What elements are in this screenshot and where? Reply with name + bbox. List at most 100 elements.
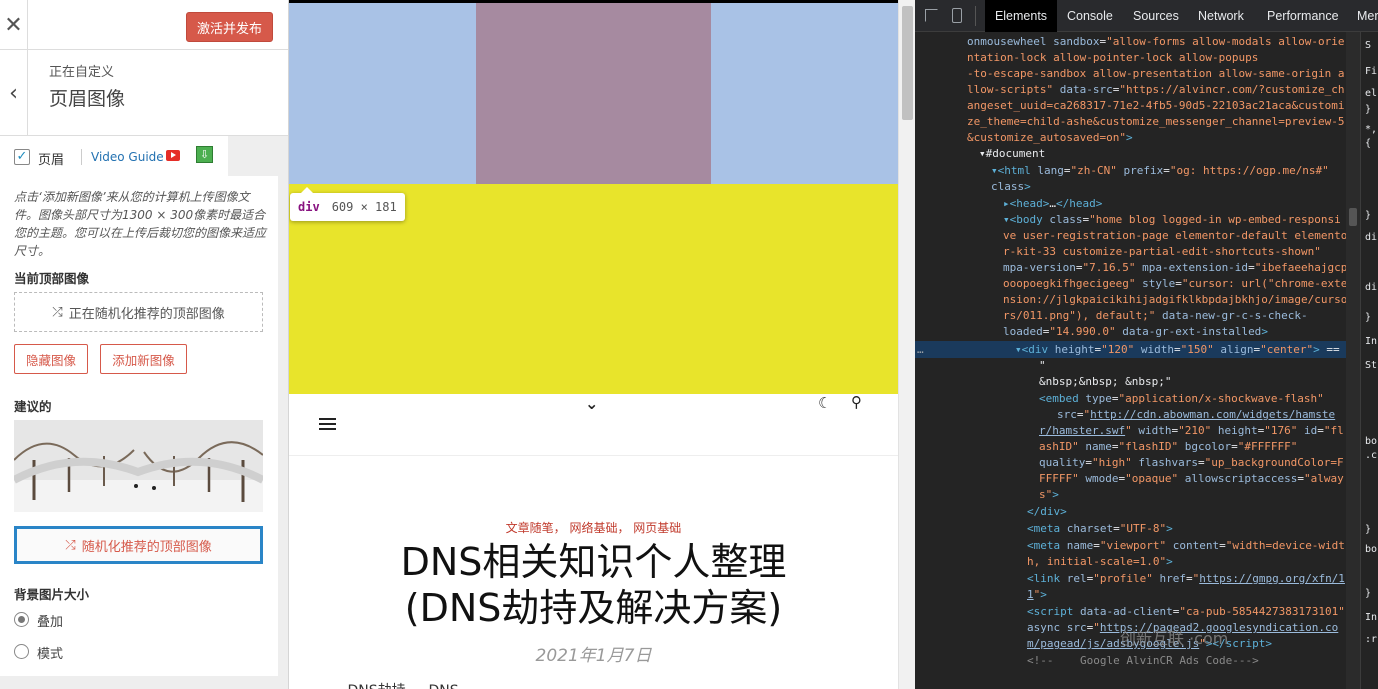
tab-console[interactable]: Console [1067, 0, 1113, 32]
post-excerpt: … DNS劫持 … DNS … [329, 680, 859, 689]
suggested-header-image[interactable] [14, 420, 263, 512]
styles-label: } [1365, 210, 1372, 221]
menu-icon[interactable] [319, 418, 336, 430]
randomize-label: 随机化推荐的顶部图像 [81, 539, 212, 555]
post-title[interactable]: DNS相关知识个人整理 (DNS劫持及解决方案) [289, 539, 898, 631]
tab-network[interactable]: Network [1198, 0, 1244, 32]
code-line[interactable]: class> [991, 179, 1031, 195]
styles-label: bo [1365, 544, 1378, 555]
header-image-controls: 点击‘添加新图像’来从您的计算机上传图像文件。图像头部尺寸为1300 × 300… [0, 176, 278, 676]
code-line[interactable]: r/hamster.swf" width="210" height="176" … [1039, 423, 1344, 439]
device-toolbar-icon[interactable] [952, 8, 962, 23]
chevron-down-icon[interactable]: ⌄ [585, 394, 598, 413]
code-line[interactable]: <meta charset="UTF-8"> [1027, 521, 1173, 537]
header-tab-bar: ✓ 页眉 Video Guide [0, 136, 228, 176]
elements-tree: onmousewheel sandbox="allow-forms allow-… [915, 32, 1360, 689]
code-line[interactable]: <link rel="profile" href="https://gmpg.o… [1027, 571, 1345, 587]
bg-option-overlay-label: 叠加 [37, 615, 64, 630]
styles-label: { [1365, 138, 1372, 149]
code-line[interactable]: r-kit-33 customize-partial-edit-shortcut… [1003, 244, 1321, 260]
code-line[interactable]: quality="high" flashvars="up_backgroundC… [1039, 455, 1344, 471]
code-line[interactable]: nsion://jlgkpaicikihijadgifklkbpdajbkhjo… [1003, 292, 1347, 308]
code-line[interactable]: s"> [1039, 487, 1059, 503]
code-line[interactable]: <!-- Google AlvinCR Ads Code---> [1027, 653, 1259, 669]
code-line[interactable]: </div> [1027, 504, 1067, 520]
styles-label: } [1365, 524, 1372, 535]
elements-scrollbar[interactable] [1346, 32, 1360, 689]
styles-label: bo [1365, 436, 1378, 447]
customizer-header: ✕ 激活并发布 [0, 0, 288, 50]
styles-label: } [1365, 588, 1372, 599]
styles-label: Fi [1365, 66, 1378, 77]
code-line[interactable]: h, initial-scale=1.0"> [1027, 554, 1173, 570]
bg-option-pattern-label: 模式 [37, 647, 64, 662]
preview-scrollbar[interactable] [898, 0, 915, 689]
code-line[interactable]: src="http://cdn.abowman.com/widgets/hams… [1057, 407, 1335, 423]
code-line[interactable]: &nbsp;&nbsp; &nbsp;" [1039, 374, 1171, 390]
tab-performance[interactable]: Performance [1267, 0, 1339, 32]
code-line[interactable]: ve user-registration-page elementor-defa… [1003, 228, 1347, 244]
hide-image-button[interactable]: 隐藏图像 [14, 344, 88, 374]
bg-size-heading: 背景图片大小 [14, 587, 90, 602]
code-line[interactable]: onmousewheel sandbox="allow-forms allow-… [967, 34, 1345, 50]
site-preview: div 609 × 181 ⌄ ☾ ⚲ 文章随笔， 网络基础， 网页基础 DNS… [289, 0, 898, 689]
header-checkbox[interactable]: ✓ [14, 149, 30, 165]
inspect-element-icon[interactable] [925, 9, 938, 22]
code-line[interactable]: angeset_uuid=ca268317-71e2-4fb5-90d5-221… [967, 98, 1345, 114]
scroll-thumb[interactable] [1349, 208, 1357, 226]
youtube-icon[interactable] [166, 150, 180, 161]
styles-pane-edge: S Fi el } *, { } di di } In St bo .c } b… [1360, 32, 1378, 689]
code-line[interactable]: ▾#document [979, 146, 1045, 162]
element-inspect-tooltip: div 609 × 181 [290, 187, 405, 221]
publish-button[interactable]: 激活并发布 [186, 12, 273, 42]
code-line[interactable]: <embed type="application/x-shockwave-fla… [1039, 391, 1324, 407]
code-line[interactable]: 1"> [1027, 587, 1047, 603]
scroll-thumb[interactable] [902, 6, 913, 120]
post-title-line1: DNS相关知识个人整理 [400, 540, 787, 584]
description-text: 点击‘添加新图像’来从您的计算机上传图像文件。图像头部尺寸为1300 × 300… [14, 190, 267, 258]
code-line[interactable]: <meta name="viewport" content="width=dev… [1027, 538, 1345, 554]
tab-memory[interactable]: Mer [1357, 0, 1378, 32]
ellipsis-icon[interactable]: … [917, 342, 924, 358]
search-icon[interactable]: ⚲ [851, 393, 862, 411]
suggested-heading: 建议的 [14, 399, 52, 414]
code-line[interactable]: " [1039, 358, 1046, 374]
tab-elements[interactable]: Elements [985, 0, 1057, 32]
styles-label: In [1365, 336, 1378, 347]
randomize-header-button[interactable]: ⤮ 随机化推荐的顶部图像 [14, 526, 263, 564]
code-line[interactable]: -to-escape-sandbox allow-presentation al… [967, 66, 1345, 82]
moon-icon[interactable]: ☾ [818, 394, 831, 412]
code-line[interactable]: ooopoegkifhgecigeeg" style="cursor: url(… [1003, 276, 1347, 292]
tooltip-tag: div [298, 200, 320, 214]
code-line[interactable]: &customize_autosaved=on"> [967, 130, 1133, 146]
video-guide-link[interactable]: Video Guide [91, 150, 164, 164]
bg-option-overlay-radio[interactable] [14, 612, 29, 627]
code-line[interactable]: llow-scripts" data-src="https://alvincr.… [967, 82, 1345, 98]
download-icon[interactable]: ⇩ [196, 146, 213, 163]
styles-label: di [1365, 232, 1378, 243]
code-line[interactable]: FFFFF" wmode="opaque" allowscriptaccess=… [1039, 471, 1344, 487]
code-line-selected[interactable]: ▾<div height="120" width="150" align="ce… [1015, 342, 1346, 358]
code-line[interactable]: <script data-ad-client="ca-pub-585442738… [1027, 604, 1345, 620]
post-date: 2021年1月7日 [535, 646, 652, 666]
styles-label: St [1365, 360, 1378, 371]
bg-option-pattern-radio[interactable] [14, 644, 29, 659]
code-line[interactable]: mpa-version="7.16.5" mpa-extension-id="i… [1003, 260, 1347, 276]
shuffle-icon: ⤮ [65, 537, 76, 553]
customizing-label: 正在自定义 [49, 65, 115, 80]
code-line[interactable]: ▾<html lang="zh-CN" prefix="og: https://… [991, 163, 1329, 179]
code-line[interactable]: rs/011.png"), default;" data-new-gr-c-s-… [1003, 308, 1308, 324]
code-line[interactable]: ▾<body class="home blog logged-in wp-emb… [1003, 212, 1341, 228]
code-line[interactable]: ashID" name="flashID" bgcolor="#FFFFFF" [1039, 439, 1297, 455]
code-line[interactable]: loaded="14.990.0" data-gr-ext-installed> [1003, 324, 1268, 340]
tab-sources[interactable]: Sources [1133, 0, 1179, 32]
back-icon[interactable]: ‹ [0, 50, 28, 136]
close-icon[interactable]: ✕ [0, 0, 28, 50]
add-image-button[interactable]: 添加新图像 [100, 344, 187, 374]
divider [975, 6, 976, 26]
code-line[interactable]: ntation-lock allow-pointer-lock allow-po… [967, 50, 1258, 66]
post-categories[interactable]: 文章随笔， 网络基础， 网页基础 [289, 519, 898, 536]
code-line[interactable]: ▸<head>…</head> [1003, 196, 1102, 212]
header-checkbox-label: 页眉 [38, 153, 65, 168]
code-line[interactable]: ze_theme=child-ashe&customize_messenger_… [967, 114, 1345, 130]
